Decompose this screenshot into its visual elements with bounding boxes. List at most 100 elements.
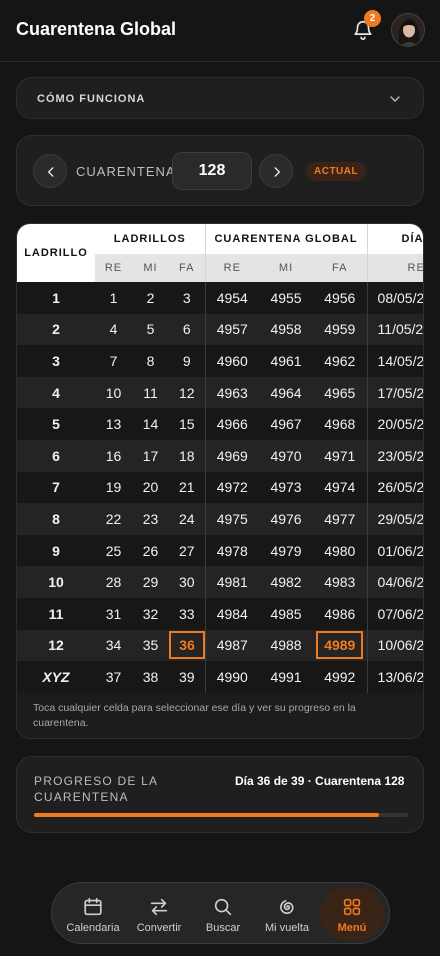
table-cell-date[interactable]: 14/05/2 [366,345,423,377]
table-cell-g-re[interactable]: 4978 [204,534,260,567]
table-cell-g-mi[interactable]: 4961 [259,345,314,377]
table-cell-g-re[interactable]: 4987 [204,629,260,662]
table-cell-mi[interactable]: 2 [132,282,169,314]
table-cell-re[interactable]: 31 [95,597,132,630]
table-cell-fa[interactable]: 18 [169,439,206,472]
table-cell-re[interactable]: 13 [95,408,132,440]
table-cell-fa[interactable]: 15 [169,408,206,440]
table-cell-g-fa[interactable]: 4980 [313,534,368,567]
table-cell-mi[interactable]: 17 [132,439,169,472]
nav-item-mi-vuelta[interactable]: Mi vuelta [255,888,319,940]
table-cell-re[interactable]: 19 [95,471,132,504]
table-cell-g-fa[interactable]: 4959 [313,313,368,346]
how-it-works-accordion[interactable]: CÓMO FUNCIONA [16,77,424,119]
table-cell-re[interactable]: 1 [95,282,132,314]
avatar[interactable] [391,13,425,47]
table-cell-mi[interactable]: 23 [132,503,169,535]
table-cell-g-mi[interactable]: 4955 [259,282,314,314]
table-cell-date[interactable]: 26/05/2 [366,471,423,504]
quarantine-number-input[interactable] [172,152,252,190]
table-cell-mi[interactable]: 38 [132,661,169,693]
table-cell-date[interactable]: 11/05/2 [366,313,423,346]
table-cell-mi[interactable]: 35 [132,629,169,662]
table-cell-date[interactable]: 08/05/2 [366,282,423,314]
table-cell-mi[interactable]: 20 [132,471,169,504]
table-cell-g-re[interactable]: 4981 [204,566,260,598]
table-cell-fa[interactable]: 21 [169,471,206,504]
table-cell-g-mi[interactable]: 4958 [259,313,314,346]
table-cell-g-mi[interactable]: 4970 [259,439,314,472]
selected-table-cell-fa[interactable]: 36 [169,629,206,662]
table-cell-mi[interactable]: 5 [132,313,169,346]
table-cell-mi[interactable]: 26 [132,534,169,567]
table-cell-re[interactable]: 16 [95,439,132,472]
table-cell-re[interactable]: 25 [95,534,132,567]
table-cell-g-re[interactable]: 4969 [204,439,260,472]
table-cell-date[interactable]: 13/06/2 [366,661,423,693]
table-cell-g-re[interactable]: 4954 [204,282,260,314]
previous-quarantine-button[interactable] [33,154,67,188]
table-cell-date[interactable]: 29/05/2 [366,503,423,535]
table-cell-mi[interactable]: 29 [132,566,169,598]
table-cell-fa[interactable]: 24 [169,503,206,535]
quarantine-table-scroll[interactable]: LADRILLO LADRILLOS CUARENTENA GLOBAL DÍA… [17,224,423,693]
table-cell-fa[interactable]: 27 [169,534,206,567]
nav-item-buscar[interactable]: Buscar [191,888,255,940]
table-cell-fa[interactable]: 30 [169,566,206,598]
table-cell-g-mi[interactable]: 4985 [259,597,314,630]
table-cell-g-fa[interactable]: 4992 [313,661,368,693]
selected-table-cell-g-fa[interactable]: 4989 [313,629,368,662]
table-cell-mi[interactable]: 14 [132,408,169,440]
table-cell-g-fa[interactable]: 4956 [313,282,368,314]
table-cell-g-mi[interactable]: 4964 [259,376,314,409]
table-cell-re[interactable]: 7 [95,345,132,377]
next-quarantine-button[interactable] [259,154,293,188]
table-cell-fa[interactable]: 6 [169,313,206,346]
nav-item-convertir[interactable]: Convertir [127,888,191,940]
table-cell-mi[interactable]: 8 [132,345,169,377]
table-cell-g-fa[interactable]: 4974 [313,471,368,504]
table-cell-g-re[interactable]: 4990 [204,661,260,693]
table-cell-g-re[interactable]: 4963 [204,376,260,409]
table-cell-g-fa[interactable]: 4971 [313,439,368,472]
table-cell-g-re[interactable]: 4957 [204,313,260,346]
table-cell-g-fa[interactable]: 4962 [313,345,368,377]
table-cell-g-fa[interactable]: 4983 [313,566,368,598]
nav-item-calendaria[interactable]: Calendaria [61,888,125,940]
table-cell-date[interactable]: 20/05/2 [366,408,423,440]
table-cell-date[interactable]: 04/06/2 [366,566,423,598]
table-cell-g-mi[interactable]: 4967 [259,408,314,440]
table-cell-g-mi[interactable]: 4991 [259,661,314,693]
table-cell-date[interactable]: 07/06/2 [366,597,423,630]
table-cell-g-mi[interactable]: 4988 [259,629,314,662]
table-cell-re[interactable]: 37 [95,661,132,693]
table-cell-g-fa[interactable]: 4965 [313,376,368,409]
table-cell-date[interactable]: 17/05/2 [366,376,423,409]
table-cell-g-re[interactable]: 4972 [204,471,260,504]
table-cell-fa[interactable]: 3 [169,282,206,314]
table-cell-mi[interactable]: 11 [132,376,169,409]
table-cell-date[interactable]: 10/06/2 [366,629,423,662]
table-cell-re[interactable]: 22 [95,503,132,535]
table-cell-g-re[interactable]: 4966 [204,408,260,440]
table-cell-re[interactable]: 28 [95,566,132,598]
table-cell-g-re[interactable]: 4984 [204,597,260,630]
table-cell-re[interactable]: 4 [95,313,132,346]
table-cell-g-fa[interactable]: 4977 [313,503,368,535]
table-cell-fa[interactable]: 9 [169,345,206,377]
table-cell-date[interactable]: 23/05/2 [366,439,423,472]
table-cell-g-mi[interactable]: 4982 [259,566,314,598]
table-cell-g-mi[interactable]: 4976 [259,503,314,535]
table-cell-g-fa[interactable]: 4986 [313,597,368,630]
table-cell-fa[interactable]: 12 [169,376,206,409]
nav-item-menu[interactable]: Menú [320,888,384,940]
table-cell-g-re[interactable]: 4960 [204,345,260,377]
table-cell-re[interactable]: 34 [95,629,132,662]
table-cell-g-fa[interactable]: 4968 [313,408,368,440]
table-cell-mi[interactable]: 32 [132,597,169,630]
table-cell-g-mi[interactable]: 4979 [259,534,314,567]
table-cell-fa[interactable]: 33 [169,597,206,630]
table-cell-date[interactable]: 01/06/2 [366,534,423,567]
table-cell-re[interactable]: 10 [95,376,132,409]
table-cell-fa[interactable]: 39 [169,661,206,693]
